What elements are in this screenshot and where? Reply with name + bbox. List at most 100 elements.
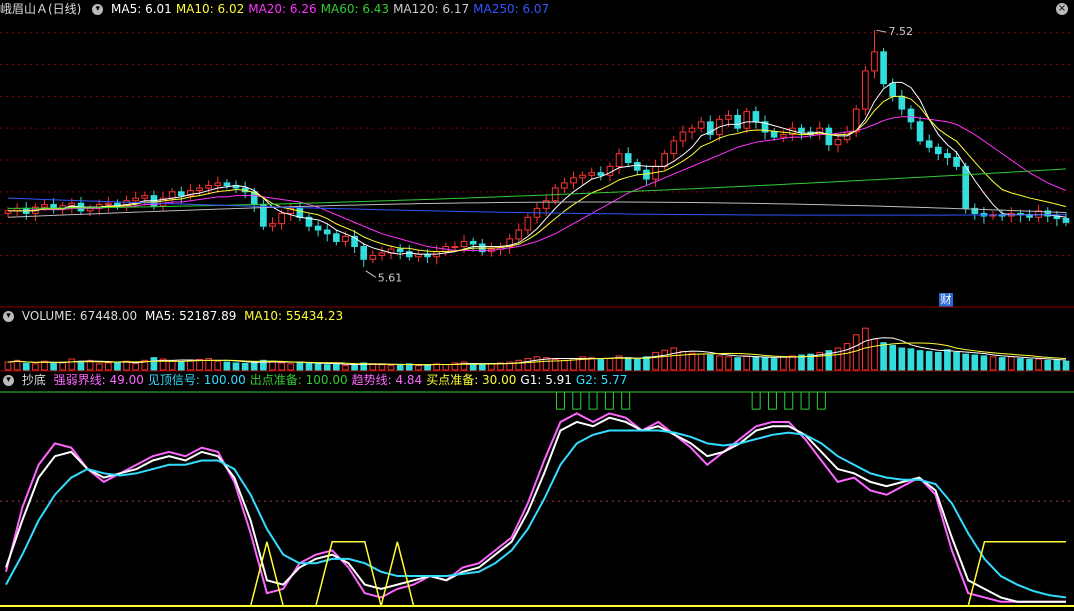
stock-chart[interactable]: 7.52 5.61 [0,0,1074,611]
candle-body [570,177,577,184]
candle-body [962,165,969,209]
candle-body [223,182,231,186]
volume-bar [68,358,76,371]
volume-bar [314,363,322,371]
volume-bar [223,361,231,371]
candle-body [378,252,386,256]
volume-bar [925,351,933,371]
volume-bar [889,344,897,371]
candle-body [916,121,924,142]
candle-body [597,172,605,176]
volume-bar [652,351,659,371]
high-label: 7.52 [888,25,913,38]
high-pointer [876,29,887,33]
volume-bar [989,356,997,371]
volume-bar [478,364,486,371]
candle-body [314,225,322,231]
candle-body [661,153,669,167]
volume-bar [907,348,915,371]
candle-body [323,229,331,235]
volume-bar [597,358,605,371]
volume-bar [779,356,787,371]
candle-body [168,191,176,199]
volume-bar [725,356,732,371]
candle-body [451,246,459,249]
candle-body [743,111,751,129]
candle-body [369,254,377,260]
volume-bar [770,358,778,371]
volume-bar [944,349,951,371]
volume-bar [1053,359,1061,371]
candle-body [1062,218,1070,223]
volume-bar [150,357,158,371]
volume-bar [716,355,723,371]
volume-bar [95,363,103,371]
volume-bar [752,356,760,371]
volume-bar [241,362,249,371]
top-signal-bar [767,391,777,410]
candle-body [934,146,942,155]
volume-bar [1062,360,1070,371]
volume-bar [378,364,386,371]
candle-body [296,207,304,218]
volume-bar [880,342,887,371]
candle-body [132,197,140,202]
volume-bar [132,362,140,371]
candle-body [561,182,568,189]
volume-bar [396,364,404,371]
candle-body [196,187,203,192]
volume-bar [177,361,185,371]
candle-body [679,131,687,142]
volume-bar [1026,358,1033,371]
volume-bar [962,353,969,371]
volume-bar [843,343,851,371]
volume-bar [1044,359,1052,371]
volume-bar [606,358,614,371]
candle-body [360,246,368,260]
candle-body [469,240,477,245]
candle-body [770,131,778,138]
candle-body [615,153,623,167]
volume-bar [688,352,696,371]
top-signal-bar [800,391,810,410]
candle-body [907,108,915,123]
top-signal-bar [572,391,582,410]
g1-line [5,416,1066,603]
candle-body [880,51,887,85]
candle-body [278,212,285,225]
volume-bar [533,356,541,371]
candle-body [925,140,933,148]
volume-bar [524,358,532,371]
volume-bar [424,364,431,371]
volume-bar [469,363,477,371]
volume-bar [250,361,258,371]
volume-bar [916,350,924,371]
buy-prep-line [6,541,1066,607]
candle-body [862,70,869,110]
candle-body [752,111,760,123]
volume-bar [852,334,860,371]
volume-bar [789,355,796,371]
candle-body [697,121,705,129]
volume-bar [50,362,57,371]
volume-bar [287,363,295,371]
candle-body [798,127,805,133]
candle-body [871,51,878,72]
volume-bar [415,365,422,371]
top-signal-bar [604,391,614,410]
volume-bar [697,353,705,371]
volume-bar [588,357,596,371]
top-signal-bar [555,391,565,410]
top-signal-bar [816,391,826,410]
top-signal-bar [621,391,631,410]
volume-bar [333,363,340,371]
volume-bar [871,338,878,371]
volume-bar [515,359,523,371]
g2-line [5,429,1067,599]
candle-body [688,127,696,133]
candle-body [141,195,149,199]
candle-body [834,139,842,146]
candle-body [579,174,586,179]
low-pointer [365,270,376,278]
volume-bar [670,347,678,371]
